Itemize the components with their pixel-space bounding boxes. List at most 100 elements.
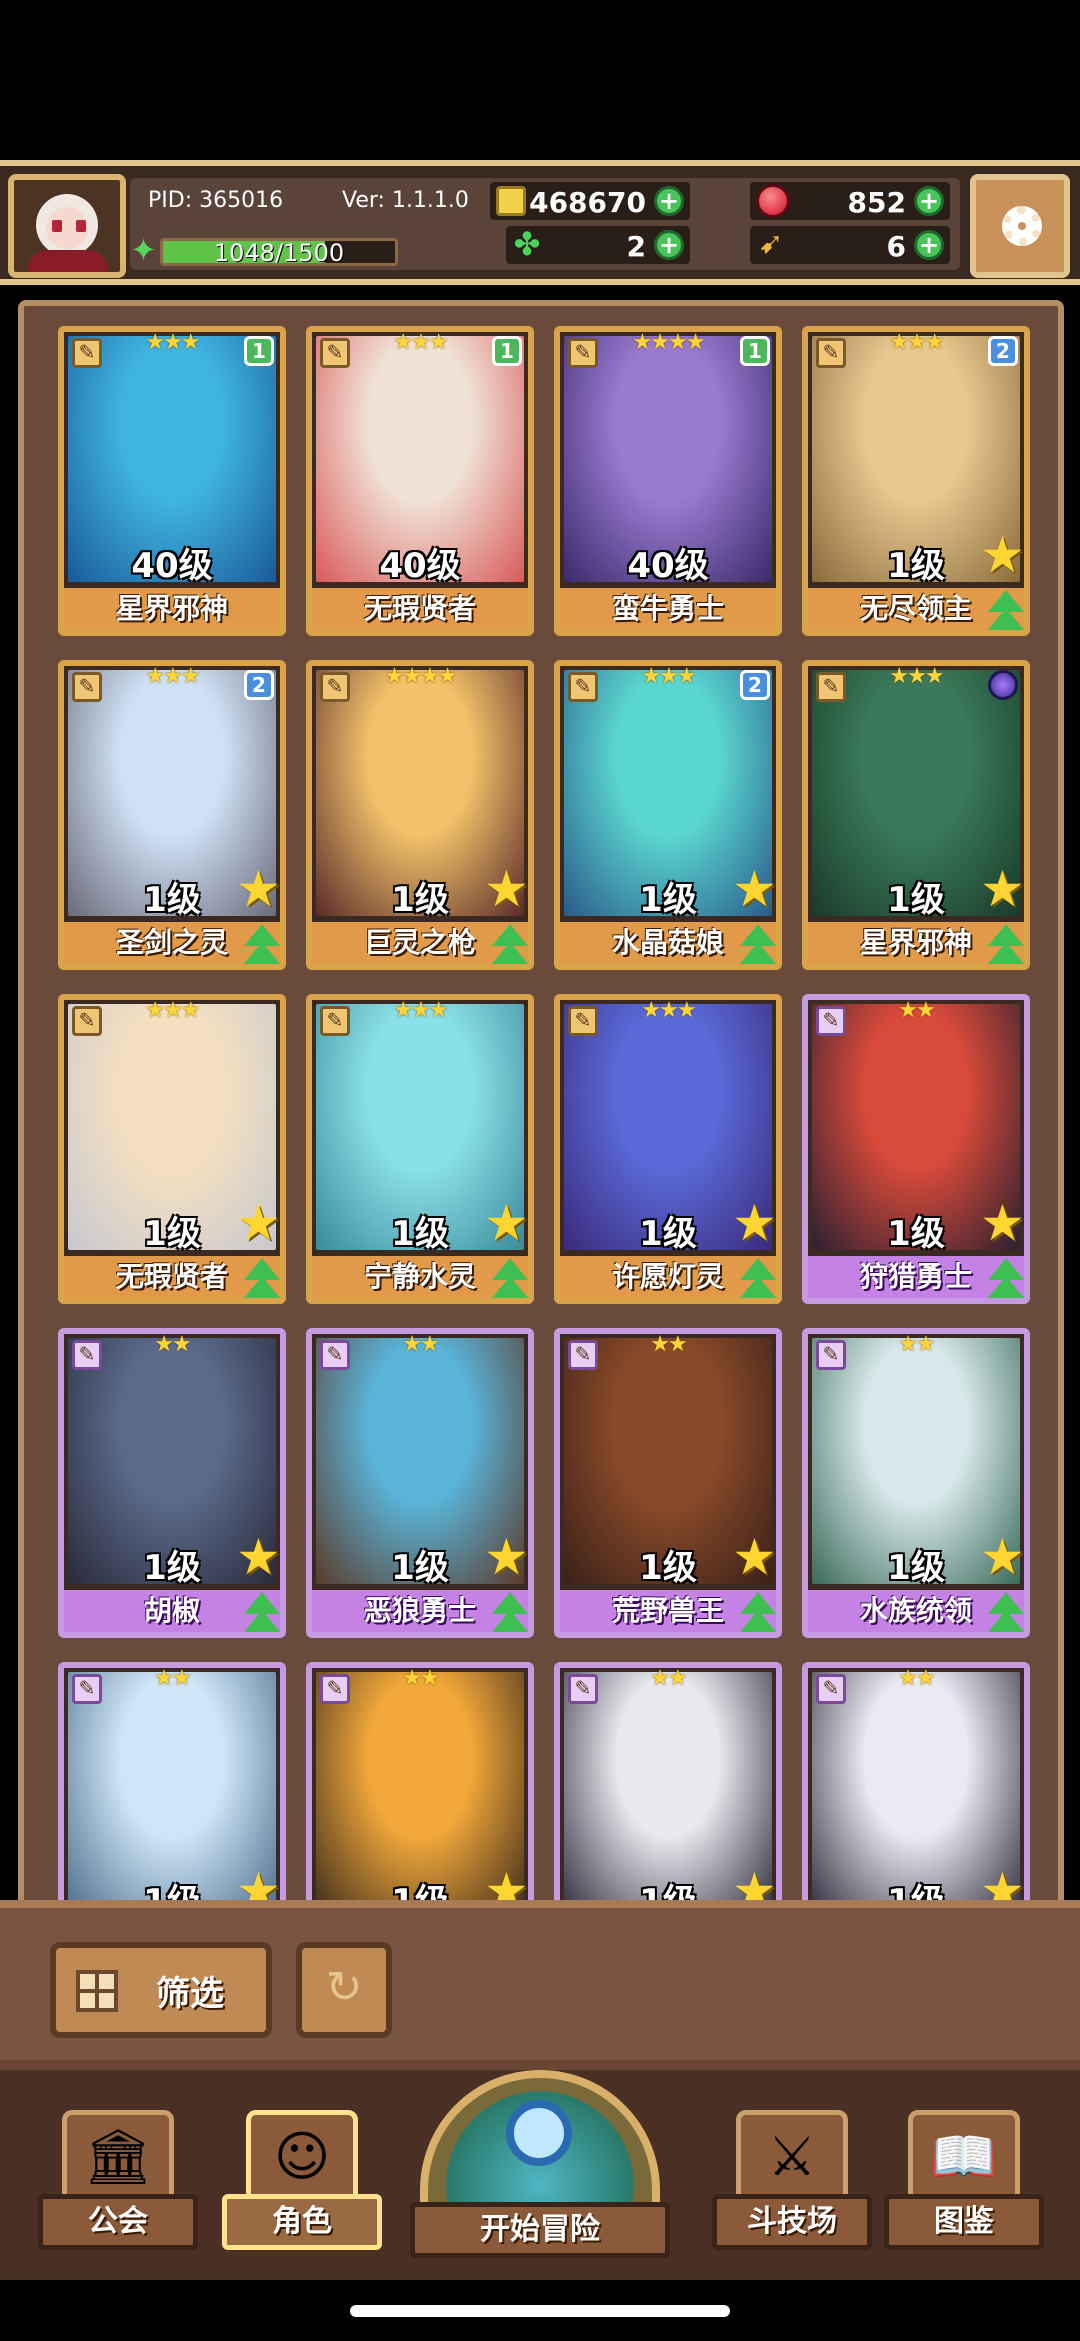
tier-badge: 1: [740, 336, 770, 366]
star-up-icon[interactable]: ★: [484, 1198, 534, 1250]
character-card[interactable]: ★★ ✎ 1级 胡椒 ★: [58, 1328, 286, 1638]
reset-filter-button[interactable]: ↻: [296, 1942, 392, 2038]
character-card[interactable]: ★★★ ✎ 1级 无瑕贤者 ★: [58, 994, 286, 1304]
upgrade-arrow-icon[interactable]: [984, 924, 1028, 968]
character-list-panel: ★★★ ✎ 1 40级 星界邪神 ★★★ ✎ 1 40级 无瑕贤者 ★★★★ ✎ 1 40级 蛮牛勇士 ★★★…: [18, 300, 1064, 1920]
bottom-navigation: 🏛 公会 ☺ 角色 开始冒险 ⚔ 斗技场 📖 图鉴: [0, 2060, 1080, 2280]
class-icon: ✎: [320, 338, 350, 368]
character-level: 40级: [131, 546, 213, 586]
class-icon: ✎: [568, 1006, 598, 1036]
class-icon: ✎: [816, 1006, 846, 1036]
ruby-resource: 852 +: [750, 182, 950, 220]
nav-guild-label: 公会: [38, 2194, 198, 2250]
upgrade-arrow-icon[interactable]: [984, 1592, 1028, 1636]
star-up-icon[interactable]: ★: [732, 1532, 782, 1584]
magnifier-icon: [506, 2100, 572, 2166]
character-card[interactable]: ★★★★ ✎ 1 40级 蛮牛勇士: [554, 326, 782, 636]
nav-guild[interactable]: 🏛 公会: [38, 2110, 198, 2250]
class-icon: ✎: [72, 1674, 102, 1704]
add-gold-button[interactable]: +: [654, 186, 684, 216]
avatar-eye-right: [76, 220, 86, 232]
class-icon: ✎: [72, 338, 102, 368]
character-card[interactable]: ★★★ ✎ 2 1级 圣剑之灵 ★: [58, 660, 286, 970]
filter-label: 筛选: [156, 1974, 224, 2014]
star-up-icon[interactable]: ★: [732, 1198, 782, 1250]
character-card[interactable]: ★★★ ✎ 1级 星界邪神 ★: [802, 660, 1030, 970]
character-card[interactable]: ★★✎1级★: [58, 1662, 286, 1914]
upgrade-arrow-icon[interactable]: [488, 1592, 532, 1636]
upgrade-arrow-icon[interactable]: [984, 590, 1028, 634]
class-icon: ✎: [320, 1006, 350, 1036]
guild-building-icon: 🏛: [83, 2125, 153, 2188]
star-up-icon[interactable]: ★: [980, 864, 1030, 916]
exp-text: 1048/1500: [213, 239, 345, 266]
upgrade-arrow-icon[interactable]: [488, 924, 532, 968]
book-icon: 📖: [930, 2125, 998, 2188]
star-up-icon[interactable]: ★: [484, 864, 534, 916]
character-card[interactable]: ★★ ✎ 1级 狩猎勇士 ★: [802, 994, 1030, 1304]
top-bar: PID: 365016 Ver: 1.1.1.0 468670 + ✤ 2 + …: [0, 160, 1080, 285]
character-card[interactable]: ★★ ✎ 1级 恶狼勇士 ★: [306, 1328, 534, 1638]
star-up-icon[interactable]: ★: [980, 530, 1030, 582]
star-up-icon[interactable]: ★: [236, 1532, 286, 1584]
upgrade-arrow-icon[interactable]: [736, 1592, 780, 1636]
crossed-swords-icon: ⚔: [767, 2125, 817, 2188]
character-card[interactable]: ★★ ✎ 1级 水族统领 ★: [802, 1328, 1030, 1638]
home-indicator[interactable]: [350, 2305, 730, 2317]
nav-codex[interactable]: 📖 图鉴: [884, 2110, 1044, 2250]
class-icon: ✎: [816, 338, 846, 368]
character-card[interactable]: ★★★ ✎ 1级 许愿灯灵 ★: [554, 994, 782, 1304]
character-card[interactable]: ★★★ ✎ 2 1级 无尽领主 ★: [802, 326, 1030, 636]
upgrade-arrow-icon[interactable]: [984, 1258, 1028, 1302]
character-card[interactable]: ★★✎1级★: [802, 1662, 1030, 1914]
character-card[interactable]: ★★ ✎ 1级 荒野兽王 ★: [554, 1328, 782, 1638]
upgrade-arrow-icon[interactable]: [240, 1592, 284, 1636]
filter-bar: 筛选 ↻: [0, 1900, 1080, 2060]
character-card[interactable]: ★★★ ✎ 1 40级 星界邪神: [58, 326, 286, 636]
nav-arena[interactable]: ⚔ 斗技场: [712, 2110, 872, 2250]
player-id: PID: 365016: [148, 188, 284, 213]
nav-start-adventure[interactable]: 开始冒险: [410, 2070, 670, 2258]
key-icon: ➹: [758, 226, 784, 261]
star-up-icon[interactable]: ★: [980, 1198, 1030, 1250]
refresh-icon: ↻: [325, 1962, 363, 2013]
character-name: 星界邪神: [64, 588, 280, 630]
star-up-icon[interactable]: ★: [484, 1532, 534, 1584]
gold-amount: 468670: [529, 186, 646, 219]
class-icon: ✎: [816, 672, 846, 702]
nav-adventure-label: 开始冒险: [410, 2202, 670, 2258]
character-card[interactable]: ★★✎1级★: [306, 1662, 534, 1914]
add-key-button[interactable]: +: [914, 230, 944, 260]
nav-character[interactable]: ☺ 角色: [222, 2110, 382, 2250]
upgrade-arrow-icon[interactable]: [736, 1258, 780, 1302]
player-avatar[interactable]: [8, 174, 126, 278]
upgrade-arrow-icon[interactable]: [240, 1258, 284, 1302]
class-icon: ✎: [320, 1340, 350, 1370]
character-card[interactable]: ★★✎1级★: [554, 1662, 782, 1914]
add-ruby-button[interactable]: +: [914, 186, 944, 216]
class-icon: ✎: [568, 1340, 598, 1370]
gold-coin-icon: [496, 186, 526, 216]
star-up-icon[interactable]: ★: [980, 1532, 1030, 1584]
star-up-icon[interactable]: ★: [236, 864, 286, 916]
add-clover-button[interactable]: +: [654, 230, 684, 260]
character-face-icon: ☺: [273, 2125, 331, 2188]
upgrade-arrow-icon[interactable]: [240, 924, 284, 968]
character-card[interactable]: ★★★ ✎ 2 1级 水晶菇娘 ★: [554, 660, 782, 970]
character-card[interactable]: ★★★ ✎ 1级 宁静水灵 ★: [306, 994, 534, 1304]
star-up-icon[interactable]: ★: [732, 864, 782, 916]
star-up-icon[interactable]: ★: [236, 1198, 286, 1250]
settings-button[interactable]: [970, 174, 1070, 278]
avatar-dress: [28, 250, 108, 272]
upgrade-arrow-icon[interactable]: [488, 1258, 532, 1302]
clover-amount: 2: [626, 230, 646, 263]
guild-icon-box: 🏛: [62, 2110, 174, 2200]
clover-icon: ✤: [513, 225, 541, 263]
character-card[interactable]: ★★★ ✎ 1 40级 无瑕贤者: [306, 326, 534, 636]
tier-badge: 2: [244, 670, 274, 700]
filter-button[interactable]: 筛选: [50, 1942, 272, 2038]
character-level: 40级: [379, 546, 461, 586]
upgrade-arrow-icon[interactable]: [736, 924, 780, 968]
clover-resource: ✤ 2 +: [506, 226, 690, 264]
character-card[interactable]: ★★★★ ✎ 1级 巨灵之枪 ★: [306, 660, 534, 970]
